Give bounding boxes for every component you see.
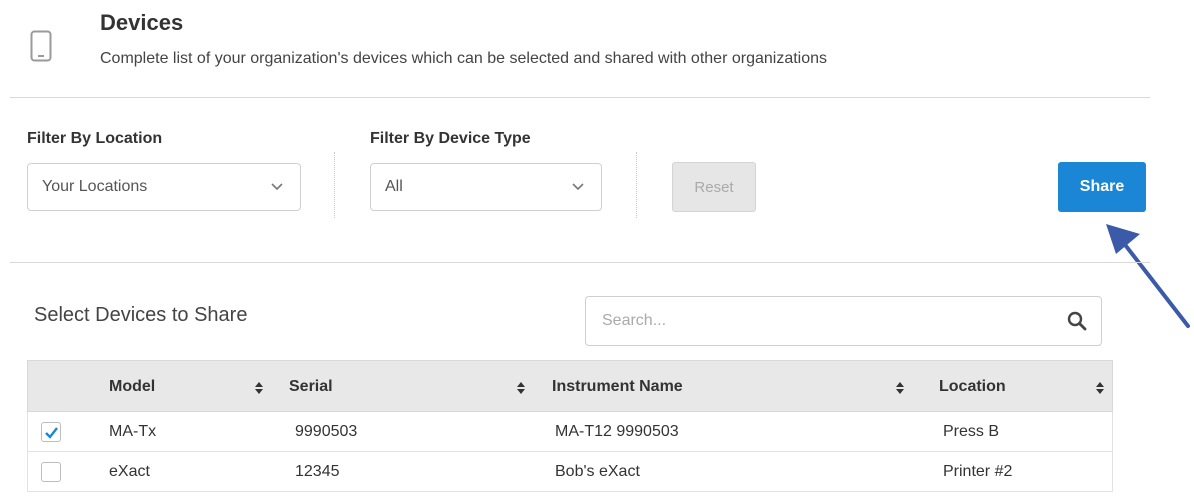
location-select[interactable]: Your Locations [27, 163, 301, 211]
cell-model: MA-Tx [109, 423, 157, 440]
page-subtitle: Complete list of your organization's dev… [100, 50, 828, 67]
column-header-instrument-name[interactable]: Instrument Name [552, 361, 683, 413]
row-checkbox[interactable] [41, 462, 61, 482]
filter-separator [334, 152, 335, 218]
section-title: Select Devices to Share [34, 304, 248, 326]
checkmark-icon [45, 427, 58, 439]
cell-serial: 9990503 [295, 423, 358, 440]
filter-separator [636, 152, 637, 218]
cell-location: Press B [943, 423, 1000, 440]
filter-device-type-label: Filter By Device Type [370, 130, 531, 147]
search-icon[interactable] [1067, 311, 1087, 331]
filter-divider [10, 262, 1150, 263]
chevron-down-icon [271, 183, 283, 191]
sort-icon[interactable] [516, 381, 526, 395]
cell-serial: 12345 [295, 463, 340, 480]
sort-icon[interactable] [895, 381, 905, 395]
share-button[interactable]: Share [1058, 162, 1146, 212]
filter-location-label: Filter By Location [27, 130, 163, 147]
arrow-annotation-icon [1106, 224, 1190, 328]
search-input[interactable] [602, 309, 1042, 333]
device-type-select[interactable]: All [370, 163, 602, 211]
cell-instrument-name: MA-T12 9990503 [555, 423, 679, 440]
table-header: Model Serial Instrument Name Location [27, 360, 1113, 412]
column-header-location[interactable]: Location [939, 361, 1006, 413]
cell-location: Printer #2 [943, 463, 1013, 480]
device-type-select-value: All [385, 178, 403, 195]
search-box [585, 296, 1102, 346]
header-divider [10, 97, 1150, 98]
location-select-value: Your Locations [42, 178, 148, 195]
mobile-device-icon [30, 30, 52, 62]
sort-icon[interactable] [254, 381, 264, 395]
table-row[interactable]: MA-Tx 9990503 MA-T12 9990503 Press B [27, 412, 1113, 452]
column-header-model[interactable]: Model [109, 361, 155, 413]
page-title: Devices [100, 10, 184, 35]
column-header-serial[interactable]: Serial [289, 361, 333, 413]
table-row[interactable]: eXact 12345 Bob's eXact Printer #2 [27, 452, 1113, 492]
cell-model: eXact [109, 463, 150, 480]
cell-instrument-name: Bob's eXact [555, 463, 640, 480]
row-checkbox[interactable] [41, 422, 61, 442]
devices-table: Model Serial Instrument Name Location MA… [27, 360, 1113, 492]
reset-button[interactable]: Reset [672, 162, 756, 212]
sort-icon[interactable] [1095, 381, 1105, 395]
chevron-down-icon [572, 183, 584, 191]
